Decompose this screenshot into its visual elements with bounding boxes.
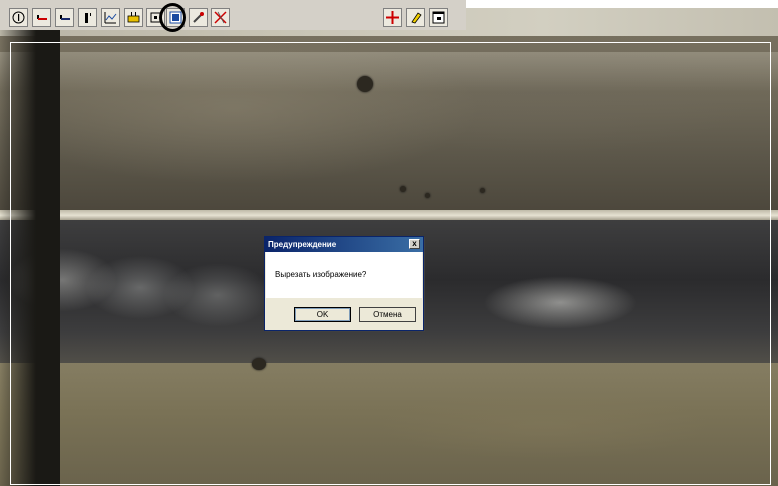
brush-button[interactable] — [189, 8, 208, 27]
cancel-button[interactable]: Отмена — [359, 307, 416, 322]
crosshair-button[interactable] — [383, 8, 402, 27]
photo-pit — [480, 188, 485, 193]
photo-upper-shine — [0, 52, 778, 92]
warning-dialog: Предупреждение x Вырезать изображение? O… — [264, 236, 424, 331]
brush-icon — [193, 12, 204, 23]
ok-button[interactable]: OK — [294, 307, 351, 322]
ruler-button[interactable] — [124, 8, 143, 27]
window-button[interactable] — [429, 8, 448, 27]
info-icon — [12, 11, 25, 24]
photo-pit — [357, 76, 373, 92]
graph-icon — [104, 12, 117, 24]
window-icon — [432, 11, 445, 24]
photo-pit — [400, 186, 406, 192]
line-red-icon — [37, 15, 47, 20]
graph-button[interactable] — [101, 8, 120, 27]
dialog-message: Вырезать изображение? — [275, 270, 367, 279]
cross-out-icon — [214, 11, 227, 24]
ruler-icon — [127, 12, 140, 23]
toolbar — [0, 0, 466, 30]
eraser-button[interactable] — [406, 8, 425, 27]
dialog-title: Предупреждение — [265, 237, 423, 252]
dark-line-button[interactable] — [55, 8, 74, 27]
red-line-button[interactable] — [32, 8, 51, 27]
photo-dark-edge — [0, 8, 60, 486]
info-button[interactable] — [9, 8, 28, 27]
highlight-circle — [159, 3, 186, 32]
crosshair-icon — [386, 11, 399, 24]
cross-out-button[interactable] — [211, 8, 230, 27]
text-tool-button[interactable] — [78, 8, 97, 27]
photo-pit — [252, 358, 266, 370]
dialog-close-button[interactable]: x — [409, 239, 420, 249]
line-dark-icon — [60, 15, 70, 20]
text-cursor-icon — [85, 13, 91, 23]
photo-pit — [425, 193, 430, 198]
eraser-icon — [411, 12, 422, 24]
photo-lower-plate — [0, 363, 778, 486]
